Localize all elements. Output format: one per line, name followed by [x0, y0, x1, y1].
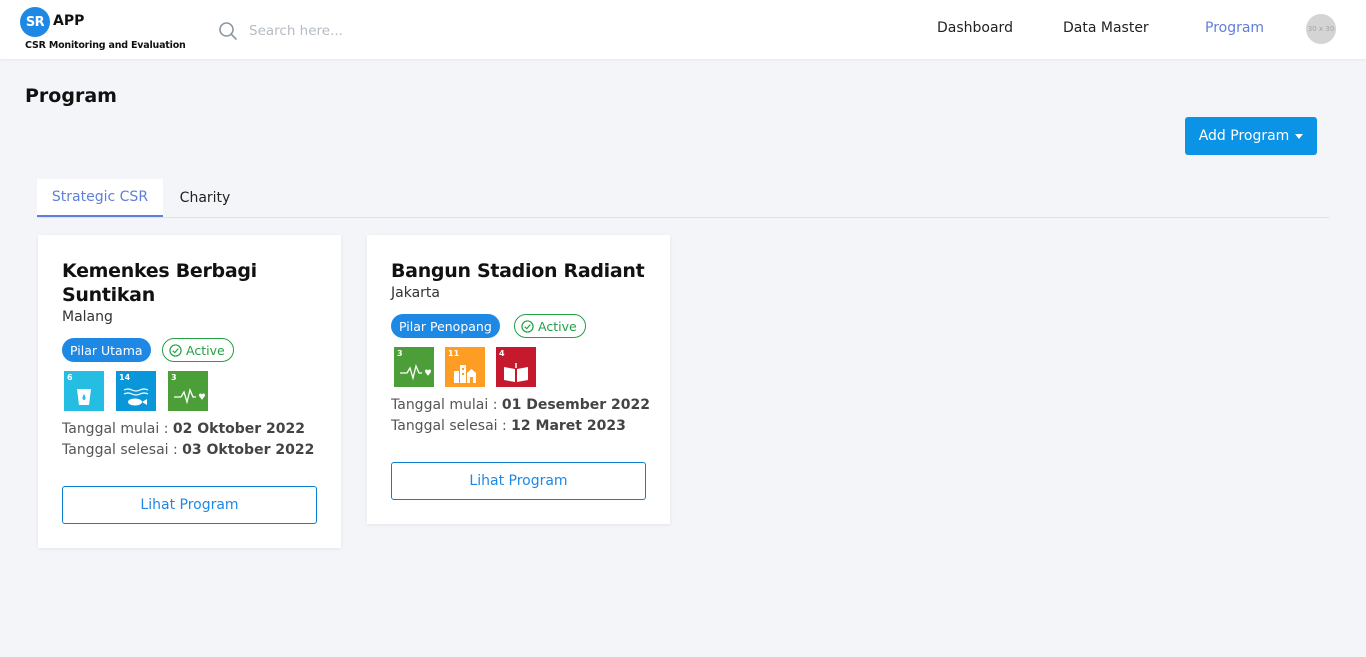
app-tagline: CSR Monitoring and Evaluation [25, 40, 186, 51]
pillar-badge: Pilar Utama [62, 338, 151, 362]
caret-down-icon [1295, 133, 1304, 139]
logo-text: APP [53, 13, 85, 29]
nav-program[interactable]: Program [1205, 20, 1264, 36]
start-date-label: Tanggal mulai : [62, 421, 173, 437]
status-label: Active [186, 342, 225, 358]
end-date: Tanggal selesai : 12 Maret 2023 [391, 418, 626, 434]
fish-icon [123, 388, 149, 406]
start-date: Tanggal mulai : 01 Desember 2022 [391, 397, 650, 413]
water-drop-icon [77, 389, 91, 405]
start-date-label: Tanggal mulai : [391, 397, 502, 413]
status-badge: Active [514, 314, 586, 338]
user-avatar[interactable]: 30 x 30 [1306, 14, 1336, 44]
nav-data-master[interactable]: Data Master [1063, 20, 1149, 36]
end-date-value: 12 Maret 2023 [511, 418, 626, 434]
program-title: Bangun Stadion Radiant [391, 260, 645, 282]
sdg-4-icon: 4 [496, 347, 536, 387]
program-title: Kemenkes Berbagi Suntikan [62, 260, 257, 306]
add-program-label: Add Program [1198, 128, 1290, 144]
heartbeat-icon [174, 387, 205, 405]
search-icon[interactable] [218, 21, 238, 41]
pillar-badge: Pilar Penopang [391, 314, 500, 338]
tab-strategic-csr[interactable]: Strategic CSR [37, 179, 163, 217]
search-bar [218, 19, 418, 43]
end-date-label: Tanggal selesai : [391, 418, 512, 434]
logo-badge: SR [20, 7, 50, 37]
nav-dashboard[interactable]: Dashboard [937, 20, 1013, 36]
tab-charity[interactable]: Charity [163, 179, 247, 217]
end-date-label: Tanggal selesai : [62, 442, 183, 458]
city-icon [454, 365, 476, 383]
sdg-3-icon: 3 [168, 371, 208, 411]
program-location: Malang [62, 309, 113, 325]
view-program-button[interactable]: Lihat Program [391, 462, 646, 500]
program-card: Kemenkes Berbagi Suntikan Malang Pilar U… [38, 235, 341, 548]
start-date-value: 02 Oktober 2022 [172, 421, 306, 437]
top-navbar: SR APP CSR Monitoring and Evaluation Das… [0, 0, 1366, 59]
program-card: Bangun Stadion Radiant Jakarta Pilar Pen… [367, 235, 670, 524]
status-badge: Active [162, 338, 234, 362]
book-icon [504, 363, 528, 382]
heartbeat-icon [400, 363, 431, 381]
program-location: Jakarta [391, 285, 440, 301]
sdg-14-icon: 14 [116, 371, 156, 411]
end-date: Tanggal selesai : 03 Oktober 2022 [62, 442, 314, 458]
view-program-button[interactable]: Lihat Program [62, 486, 317, 524]
status-label: Active [538, 318, 577, 334]
start-date-value: 01 Desember 2022 [501, 397, 651, 413]
page-title: Program [25, 85, 117, 107]
program-tabs: Strategic CSR Charity [37, 179, 1329, 218]
sdg-6-icon: 6 [64, 371, 104, 411]
add-program-button[interactable]: Add Program [1185, 117, 1317, 155]
end-date-value: 03 Oktober 2022 [182, 442, 315, 458]
check-circle-icon [521, 319, 534, 333]
start-date: Tanggal mulai : 02 Oktober 2022 [62, 421, 305, 437]
sdg-3-icon: 3 [394, 347, 434, 387]
check-circle-icon [169, 343, 182, 357]
search-input[interactable] [249, 20, 409, 42]
sdg-11-icon: 11 [445, 347, 485, 387]
